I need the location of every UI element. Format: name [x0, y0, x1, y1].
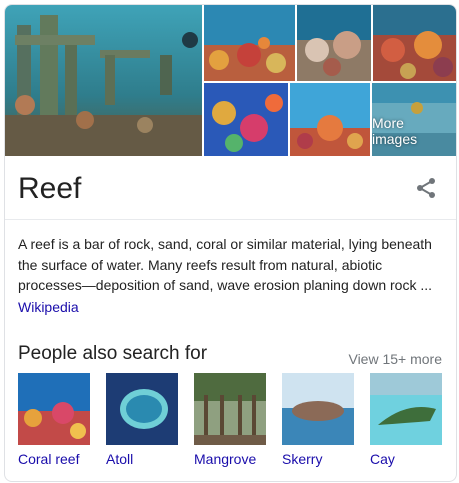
gallery-image-main[interactable] [5, 5, 202, 156]
gallery-image-5[interactable] [204, 83, 288, 156]
related-card-mangrove[interactable]: Mangrove [194, 373, 266, 473]
description-text: A reef is a bar of rock, sand, coral or … [18, 236, 433, 293]
entity-description: A reef is a bar of rock, sand, coral or … [18, 234, 440, 317]
view-more-link[interactable]: View 15+ more [348, 351, 442, 367]
related-label-skerry[interactable]: Skerry [282, 451, 354, 467]
related-thumb-cay[interactable] [370, 373, 442, 445]
gallery-image-4[interactable] [373, 5, 456, 81]
related-card-atoll[interactable]: Atoll [106, 373, 178, 473]
gallery-image-3[interactable] [297, 5, 371, 81]
entity-title: Reef [18, 172, 82, 205]
title-row: Reef [5, 156, 456, 220]
related-thumb-atoll[interactable] [106, 373, 178, 445]
related-label-coral-reef[interactable]: Coral reef [18, 451, 90, 467]
image-gallery: More images [5, 5, 456, 156]
related-thumb-skerry[interactable] [282, 373, 354, 445]
related-entities: Coral reef Atoll Mangrove Skerry Cay [18, 373, 448, 473]
gallery-more-images[interactable]: More images [372, 83, 456, 156]
related-card-cay[interactable]: Cay [370, 373, 442, 473]
related-label-cay[interactable]: Cay [370, 451, 442, 467]
gallery-image-2[interactable] [204, 5, 295, 81]
related-card-coral-reef[interactable]: Coral reef [18, 373, 90, 473]
related-card-skerry[interactable]: Skerry [282, 373, 354, 473]
related-label-mangrove[interactable]: Mangrove [194, 451, 266, 467]
share-icon[interactable] [414, 176, 438, 200]
wikipedia-link[interactable]: Wikipedia [18, 297, 79, 318]
people-also-search-heading: People also search for [18, 343, 208, 364]
related-thumb-mangrove[interactable] [194, 373, 266, 445]
knowledge-panel: More images Reef A reef is a bar of rock… [4, 4, 457, 482]
related-thumb-coral-reef[interactable] [18, 373, 90, 445]
more-images-label[interactable]: More images [372, 115, 450, 147]
related-label-atoll[interactable]: Atoll [106, 451, 178, 467]
gallery-image-6[interactable] [290, 83, 370, 156]
